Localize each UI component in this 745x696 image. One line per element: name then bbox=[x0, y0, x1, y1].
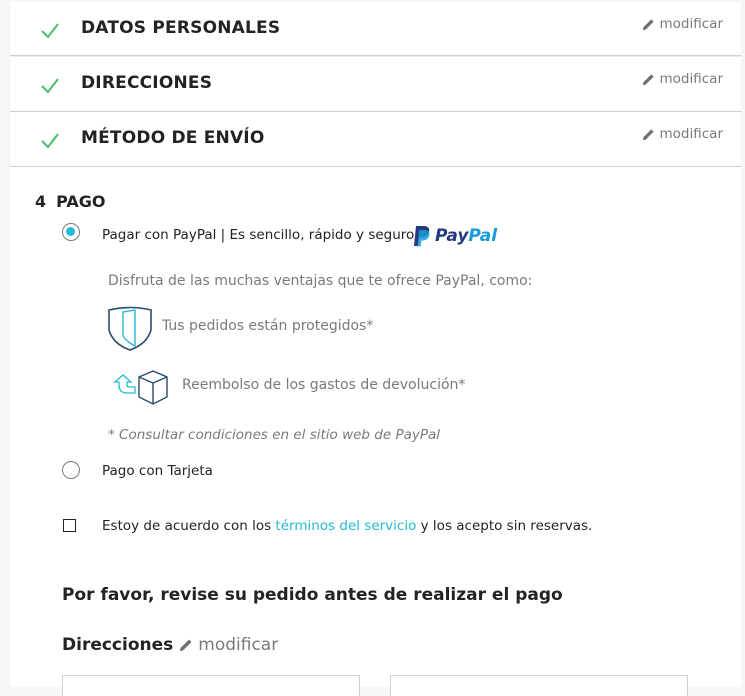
terms-checkbox[interactable] bbox=[63, 519, 76, 532]
paypal-option-label[interactable]: Pagar con PayPal | Es sencillo, rápido y… bbox=[102, 227, 414, 243]
payment-step-title: 4 PAGO bbox=[35, 192, 106, 211]
edit-personal-data-link[interactable]: modificar bbox=[642, 16, 723, 32]
step-title: DIRECCIONES bbox=[81, 73, 213, 93]
step-addresses: DIRECCIONES modificar bbox=[10, 57, 741, 112]
addresses-review-row: Direcciones modificar bbox=[62, 635, 278, 655]
paypal-logo-text: Pal bbox=[468, 226, 498, 246]
check-icon bbox=[41, 133, 59, 149]
edit-addresses-review-link[interactable]: modificar bbox=[179, 635, 278, 655]
pencil-icon bbox=[642, 18, 654, 30]
return-box-icon bbox=[113, 370, 168, 405]
edit-shipping-method-link[interactable]: modificar bbox=[642, 126, 723, 142]
edit-label: modificar bbox=[659, 71, 723, 87]
terms-prefix: Estoy de acuerdo con los bbox=[102, 518, 276, 534]
shield-icon bbox=[108, 306, 152, 351]
edit-addresses-link[interactable]: modificar bbox=[642, 71, 723, 87]
step-number: 4 bbox=[35, 192, 47, 211]
review-heading: Por favor, revise su pedido antes de rea… bbox=[62, 585, 563, 605]
address-card bbox=[62, 675, 360, 696]
pencil-icon bbox=[642, 73, 654, 85]
address-card bbox=[390, 675, 688, 696]
step-payment: 4 PAGO Pagar con PayPal | Es sencillo, rá… bbox=[10, 167, 741, 696]
benefit-protected-orders: Tus pedidos están protegidos* bbox=[162, 318, 374, 334]
step-title: PAGO bbox=[56, 192, 106, 211]
terms-text: Estoy de acuerdo con los términos del se… bbox=[102, 518, 592, 534]
pencil-icon bbox=[180, 639, 192, 651]
step-shipping-method: MÉTODO DE ENVÍO modificar bbox=[10, 112, 741, 167]
edit-label: modificar bbox=[659, 126, 723, 142]
step-title: MÉTODO DE ENVÍO bbox=[81, 128, 265, 148]
benefit-return-shipping: Reembolso de los gastos de devolución* bbox=[182, 377, 466, 393]
terms-suffix: y los acepto sin reservas. bbox=[416, 518, 593, 534]
paypal-conditions-note: * Consultar condiciones en el sitio web … bbox=[108, 427, 441, 443]
card-radio[interactable] bbox=[62, 461, 80, 479]
paypal-radio[interactable] bbox=[62, 223, 80, 241]
terms-of-service-link[interactable]: términos del servicio bbox=[275, 518, 416, 534]
check-icon bbox=[41, 23, 59, 39]
addresses-label: Direcciones bbox=[62, 635, 174, 655]
edit-label: modificar bbox=[659, 16, 723, 32]
paypal-logo-text: Pay bbox=[435, 226, 469, 246]
pencil-icon bbox=[642, 128, 654, 140]
edit-label: modificar bbox=[198, 635, 279, 655]
step-personal-data: DATOS PERSONALES modificar bbox=[10, 2, 741, 56]
card-option-label[interactable]: Pago con Tarjeta bbox=[102, 463, 213, 479]
paypal-logo: PayPal bbox=[413, 225, 497, 247]
check-icon bbox=[41, 78, 59, 94]
step-title: DATOS PERSONALES bbox=[81, 18, 281, 38]
paypal-intro: Disfruta de las muchas ventajas que te o… bbox=[108, 273, 533, 289]
paypal-icon bbox=[414, 226, 430, 247]
